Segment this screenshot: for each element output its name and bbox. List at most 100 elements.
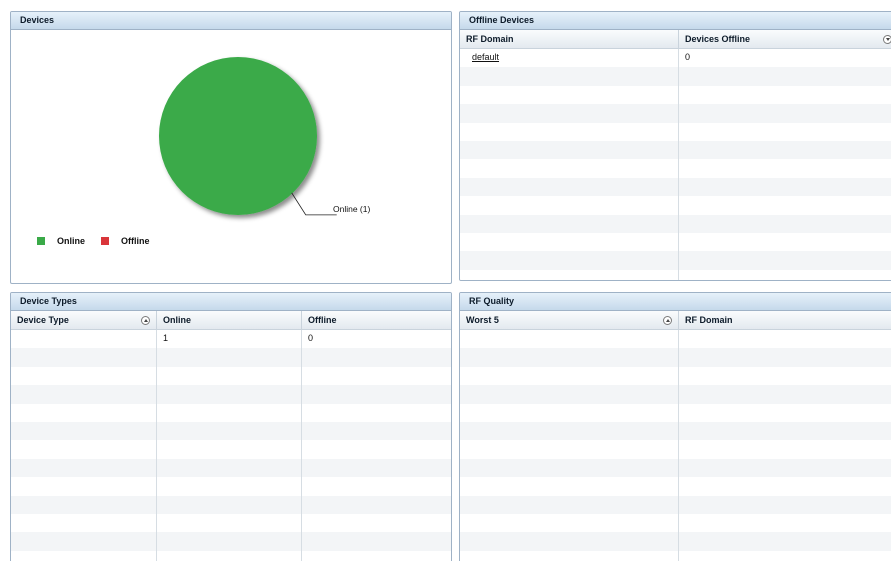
sort-desc-icon[interactable] — [883, 35, 891, 44]
table-row[interactable]: 1 0 — [11, 330, 451, 349]
table-row[interactable]: default 0 — [460, 49, 891, 68]
table-row — [460, 85, 891, 105]
table-cell — [460, 214, 679, 233]
table-row — [460, 532, 891, 551]
table-cell-devices-offline: 0 — [685, 52, 691, 62]
table-cell — [11, 366, 157, 386]
table-cell — [302, 477, 451, 495]
table-cell — [11, 458, 157, 478]
table-cell — [460, 513, 679, 533]
table-cell — [157, 403, 302, 422]
offline-devices-title: Offline Devices — [460, 12, 891, 30]
table-cell — [679, 551, 891, 561]
table-row — [460, 495, 891, 514]
table-row — [460, 196, 891, 215]
table-row — [460, 421, 891, 441]
table-cell — [11, 495, 157, 514]
pie-slice-online[interactable] — [159, 57, 317, 215]
column-header-devices-offline[interactable]: Devices Offline — [679, 30, 891, 48]
table-cell — [679, 233, 891, 251]
column-header-devices-offline-label: Devices Offline — [685, 34, 751, 44]
table-cell — [302, 551, 451, 561]
table-cell — [460, 403, 679, 422]
table-row — [460, 440, 891, 459]
table-row — [460, 122, 891, 141]
table-cell-online: 1 — [157, 330, 302, 349]
table-cell — [157, 421, 302, 441]
table-cell — [11, 477, 157, 496]
table-cell — [460, 196, 679, 215]
table-row — [460, 513, 891, 533]
offline-devices-body: default 0 — [460, 49, 891, 280]
sort-asc-icon[interactable] — [663, 316, 672, 325]
table-cell-rf-domain: default — [460, 49, 679, 68]
table-cell — [157, 532, 302, 551]
table-cell — [157, 513, 302, 533]
table-row — [11, 532, 451, 551]
table-cell — [679, 251, 891, 269]
devices-panel-title: Devices — [11, 12, 451, 30]
table-row — [460, 232, 891, 252]
table-cell — [157, 348, 302, 367]
table-cell — [157, 495, 302, 514]
pie-slice-label: Online (1) — [333, 204, 370, 214]
table-row — [460, 67, 891, 86]
legend-label-online: Online — [57, 236, 86, 246]
table-row — [11, 477, 451, 496]
offline-devices-panel: Offline Devices RF Domain Devices Offlin… — [459, 11, 891, 281]
table-cell — [460, 140, 679, 160]
table-cell — [679, 348, 891, 366]
column-header-rf-domain[interactable]: RF Domain — [460, 30, 679, 48]
table-row — [460, 403, 891, 422]
table-cell — [460, 330, 679, 349]
column-header-device-type[interactable]: Device Type — [11, 311, 157, 329]
rf-quality-header-row: Worst 5 RF Domain — [460, 311, 891, 330]
table-row — [11, 495, 451, 514]
table-cell — [460, 440, 679, 459]
table-row — [11, 421, 451, 441]
table-cell — [11, 440, 157, 459]
legend-item-online[interactable]: Online — [37, 236, 85, 246]
table-cell — [679, 404, 891, 422]
table-cell — [679, 270, 891, 280]
table-cell — [460, 348, 679, 367]
table-row — [460, 458, 891, 478]
table-cell — [460, 550, 679, 561]
table-cell — [679, 440, 891, 458]
rf-domain-link[interactable]: default — [466, 52, 499, 62]
column-header-rf-domain[interactable]: RF Domain — [679, 311, 891, 329]
table-cell — [157, 477, 302, 496]
table-cell — [679, 367, 891, 385]
column-header-worst-5[interactable]: Worst 5 — [460, 311, 679, 329]
table-row — [460, 214, 891, 233]
table-cell — [679, 159, 891, 177]
table-cell — [460, 458, 679, 478]
device-types-panel: Device Types Device Type Online Offline … — [10, 292, 452, 561]
table-cell — [157, 440, 302, 459]
sort-asc-icon[interactable] — [141, 316, 150, 325]
table-cell — [679, 104, 891, 122]
table-row — [460, 140, 891, 160]
column-header-online[interactable]: Online — [157, 311, 302, 329]
table-cell — [460, 421, 679, 441]
table-cell — [302, 532, 451, 550]
table-cell — [157, 385, 302, 404]
legend-item-offline[interactable]: Offline — [101, 236, 150, 246]
table-cell — [679, 215, 891, 233]
table-cell — [302, 385, 451, 403]
pie-leader-line — [291, 192, 337, 216]
devices-panel: Devices Online (1) Online Offline — [10, 11, 452, 284]
table-cell — [302, 422, 451, 440]
table-cell — [679, 330, 891, 348]
column-header-offline[interactable]: Offline — [302, 311, 451, 329]
devices-pie-chart: Online (1) — [159, 57, 370, 216]
table-cell — [460, 122, 679, 141]
legend-label-offline: Offline — [121, 236, 150, 246]
table-cell-device-type — [11, 330, 157, 349]
table-row — [11, 458, 451, 478]
table-cell — [11, 403, 157, 422]
rf-quality-title: RF Quality — [460, 293, 891, 311]
table-cell — [679, 477, 891, 495]
table-cell — [460, 385, 679, 404]
table-cell — [679, 178, 891, 196]
